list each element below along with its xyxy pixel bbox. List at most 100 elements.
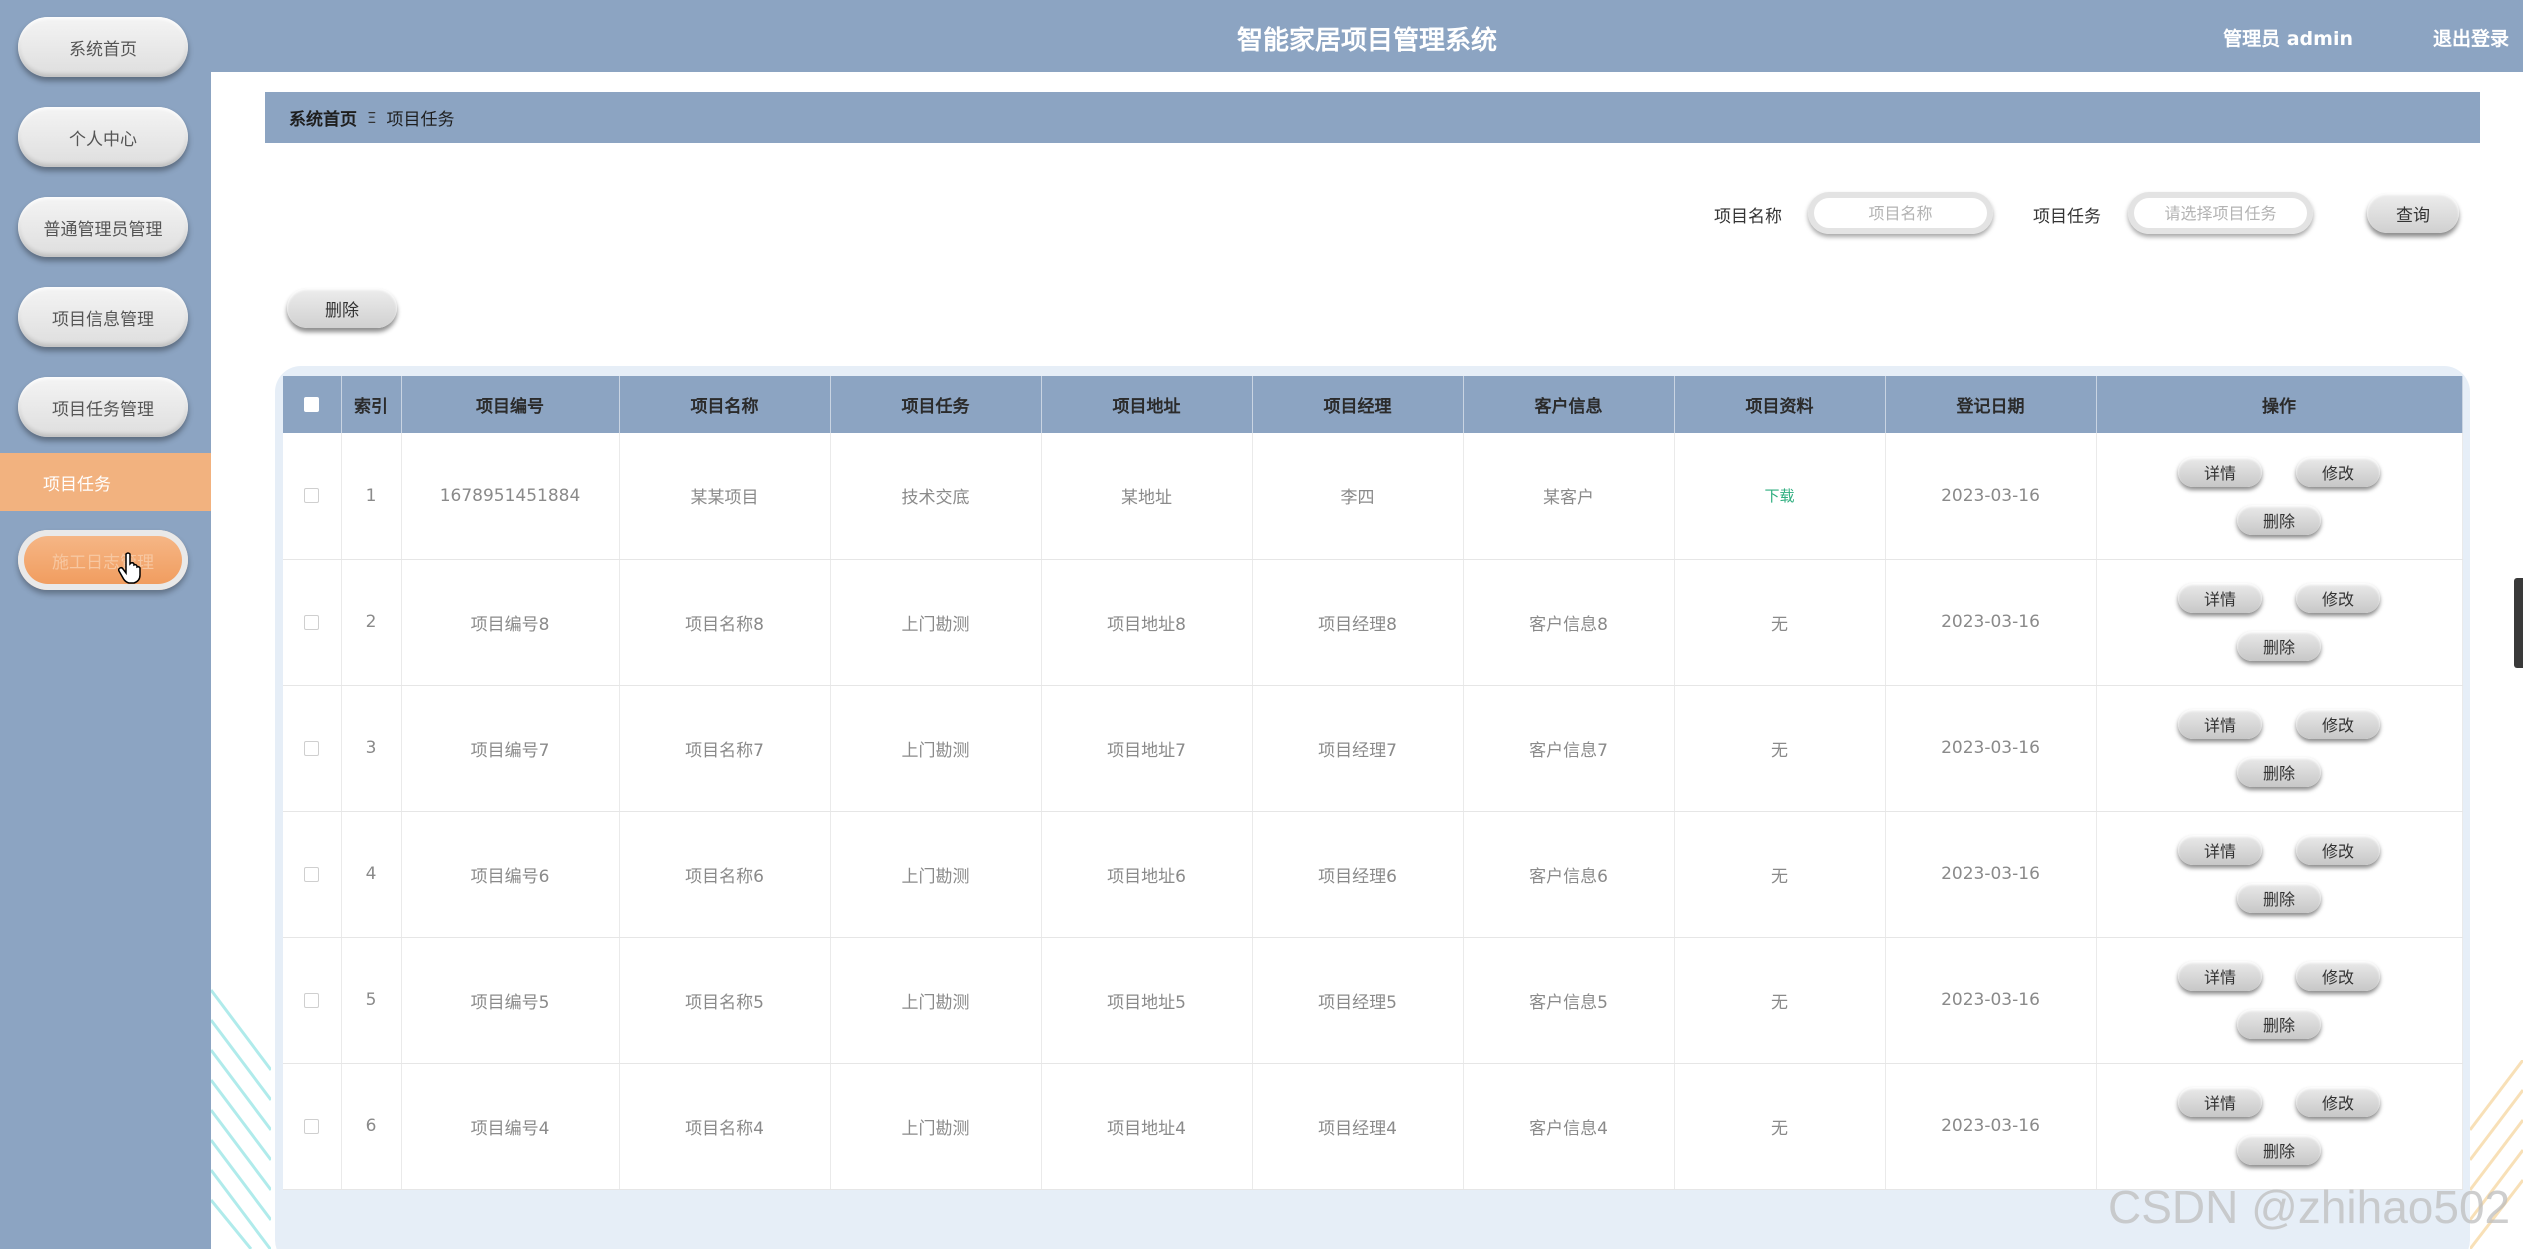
actions-group: 详情 修改 删除 bbox=[2097, 1087, 2462, 1165]
actions-row: 详情 修改 bbox=[2178, 583, 2380, 613]
actions-group: 详情 修改 删除 bbox=[2097, 709, 2462, 787]
cell-index: 1 bbox=[341, 433, 402, 560]
edit-button[interactable]: 修改 bbox=[2296, 835, 2380, 865]
row-checkbox[interactable] bbox=[304, 740, 320, 756]
app-title: 智能家居项目管理系统 bbox=[1236, 26, 1497, 56]
cell-material: 无 bbox=[1674, 559, 1886, 686]
delete-button[interactable]: 删除 bbox=[2237, 757, 2321, 787]
delete-button[interactable]: 删除 bbox=[2237, 1009, 2321, 1039]
row-checkbox[interactable] bbox=[304, 866, 320, 882]
detail-button[interactable]: 详情 bbox=[2178, 835, 2262, 865]
cell-index: 4 bbox=[341, 811, 402, 938]
table-body: 1 1678951451884 某某项目 技术交底 某地址 李四 某客户 下载 2023-03-… bbox=[283, 433, 2463, 1190]
row-select-cell[interactable] bbox=[283, 559, 342, 686]
cell-client: 客户信息6 bbox=[1463, 811, 1675, 938]
cell-material: 无 bbox=[1674, 811, 1886, 938]
project-task-select[interactable] bbox=[2128, 192, 2313, 234]
delete-button[interactable]: 删除 bbox=[2237, 504, 2321, 535]
column-header-date: 登记日期 bbox=[1885, 376, 2097, 433]
column-header-index: 索引 bbox=[341, 376, 402, 433]
sidebar-subitem-project-task[interactable]: 项目任务 bbox=[0, 453, 211, 511]
cell-actions: 详情 修改 删除 bbox=[2096, 433, 2463, 560]
cell-date: 2023-03-16 bbox=[1885, 685, 2097, 812]
row-checkbox[interactable] bbox=[304, 1118, 320, 1134]
edit-button[interactable]: 修改 bbox=[2296, 961, 2380, 991]
cell-date: 2023-03-16 bbox=[1885, 937, 2097, 1064]
row-checkbox[interactable] bbox=[304, 488, 320, 504]
sidebar-item-home[interactable]: 系统首页 bbox=[18, 17, 188, 77]
download-link[interactable]: 下载 bbox=[1764, 487, 1794, 505]
delete-button[interactable]: 删除 bbox=[2237, 883, 2321, 913]
cell-client: 客户信息4 bbox=[1463, 1063, 1675, 1190]
edit-button[interactable]: 修改 bbox=[2296, 709, 2380, 739]
cell-code: 项目编号6 bbox=[401, 811, 620, 938]
sidebar: 系统首页 个人中心 普通管理员管理 项目信息管理 项目任务管理 项目任务 施工日… bbox=[0, 0, 211, 1249]
current-user: 管理员 admin bbox=[2223, 28, 2353, 50]
select-all-header[interactable] bbox=[283, 376, 342, 433]
delete-button[interactable]: 删除 bbox=[2237, 1135, 2321, 1165]
table-row: 2 项目编号8 项目名称8 上门勘测 项目地址8 项目经理8 客户信息8 无 2023-03-1… bbox=[283, 559, 2463, 686]
scrollbar-handle[interactable] bbox=[2514, 578, 2523, 668]
cell-name: 某某项目 bbox=[619, 433, 831, 560]
detail-button[interactable]: 详情 bbox=[2178, 583, 2262, 613]
sidebar-item-project-task-management[interactable]: 项目任务管理 bbox=[18, 377, 188, 437]
table-row: 1 1678951451884 某某项目 技术交底 某地址 李四 某客户 下载 2023-03-… bbox=[283, 433, 2463, 560]
cell-code: 1678951451884 bbox=[401, 433, 620, 560]
cell-manager: 项目经理5 bbox=[1252, 937, 1464, 1064]
row-select-cell[interactable] bbox=[283, 685, 342, 812]
cell-material: 无 bbox=[1674, 937, 1886, 1064]
row-select-cell[interactable] bbox=[283, 433, 342, 560]
cell-name: 项目名称7 bbox=[619, 685, 831, 812]
row-select-cell[interactable] bbox=[283, 937, 342, 1064]
cell-actions: 详情 修改 删除 bbox=[2096, 811, 2463, 938]
actions-row: 详情 修改 bbox=[2178, 456, 2380, 487]
actions-group: 详情 修改 删除 bbox=[2097, 456, 2462, 535]
detail-button[interactable]: 详情 bbox=[2178, 709, 2262, 739]
edit-button[interactable]: 修改 bbox=[2296, 1087, 2380, 1117]
cell-manager: 李四 bbox=[1252, 433, 1464, 560]
sidebar-item-personal-center[interactable]: 个人中心 bbox=[18, 107, 188, 167]
cell-index: 6 bbox=[341, 1063, 402, 1190]
row-select-cell[interactable] bbox=[283, 811, 342, 938]
project-name-label: 项目名称 bbox=[1714, 207, 1782, 227]
column-header-address: 项目地址 bbox=[1041, 376, 1253, 433]
detail-button[interactable]: 详情 bbox=[2178, 456, 2262, 487]
sidebar-item-construction-log[interactable]: 施工日志管理 bbox=[18, 530, 188, 590]
actions-group: 详情 修改 删除 bbox=[2097, 583, 2462, 661]
cell-actions: 详情 修改 删除 bbox=[2096, 685, 2463, 812]
query-button[interactable]: 查询 bbox=[2367, 193, 2459, 233]
cell-date: 2023-03-16 bbox=[1885, 1063, 2097, 1190]
cell-date: 2023-03-16 bbox=[1885, 433, 2097, 560]
table-row: 5 项目编号5 项目名称5 上门勘测 项目地址5 项目经理5 客户信息5 无 2023-03-1… bbox=[283, 937, 2463, 1064]
row-checkbox[interactable] bbox=[304, 614, 320, 630]
cell-index: 3 bbox=[341, 685, 402, 812]
actions-row: 详情 修改 bbox=[2178, 961, 2380, 991]
detail-button[interactable]: 详情 bbox=[2178, 961, 2262, 991]
hand-cursor-icon bbox=[118, 552, 141, 584]
cell-task: 上门勘测 bbox=[830, 937, 1042, 1064]
edit-button[interactable]: 修改 bbox=[2296, 583, 2380, 613]
actions-group: 详情 修改 删除 bbox=[2097, 835, 2462, 913]
cell-task: 上门勘测 bbox=[830, 685, 1042, 812]
row-checkbox[interactable] bbox=[304, 992, 320, 1008]
cell-address: 项目地址7 bbox=[1041, 685, 1253, 812]
cell-address: 项目地址8 bbox=[1041, 559, 1253, 686]
actions-row: 详情 修改 bbox=[2178, 835, 2380, 865]
delete-button[interactable]: 删除 bbox=[2237, 631, 2321, 661]
logout-link[interactable]: 退出登录 bbox=[2433, 24, 2509, 51]
project-name-input[interactable] bbox=[1808, 192, 1993, 234]
row-select-cell[interactable] bbox=[283, 1063, 342, 1190]
detail-button[interactable]: 详情 bbox=[2178, 1087, 2262, 1117]
sidebar-item-project-info[interactable]: 项目信息管理 bbox=[18, 287, 188, 347]
sidebar-item-admin-management[interactable]: 普通管理员管理 bbox=[18, 197, 188, 257]
table-row: 6 项目编号4 项目名称4 上门勘测 项目地址4 项目经理4 客户信息4 无 2023-03-1… bbox=[283, 1063, 2463, 1190]
batch-delete-button[interactable]: 删除 bbox=[287, 288, 397, 328]
cell-index: 5 bbox=[341, 937, 402, 1064]
edit-button[interactable]: 修改 bbox=[2296, 456, 2380, 487]
cell-code: 项目编号8 bbox=[401, 559, 620, 686]
select-all-checkbox[interactable] bbox=[304, 397, 320, 412]
cell-name: 项目名称6 bbox=[619, 811, 831, 938]
cell-date: 2023-03-16 bbox=[1885, 811, 2097, 938]
breadcrumb-home[interactable]: 系统首页 bbox=[289, 105, 357, 130]
cell-name: 项目名称8 bbox=[619, 559, 831, 686]
